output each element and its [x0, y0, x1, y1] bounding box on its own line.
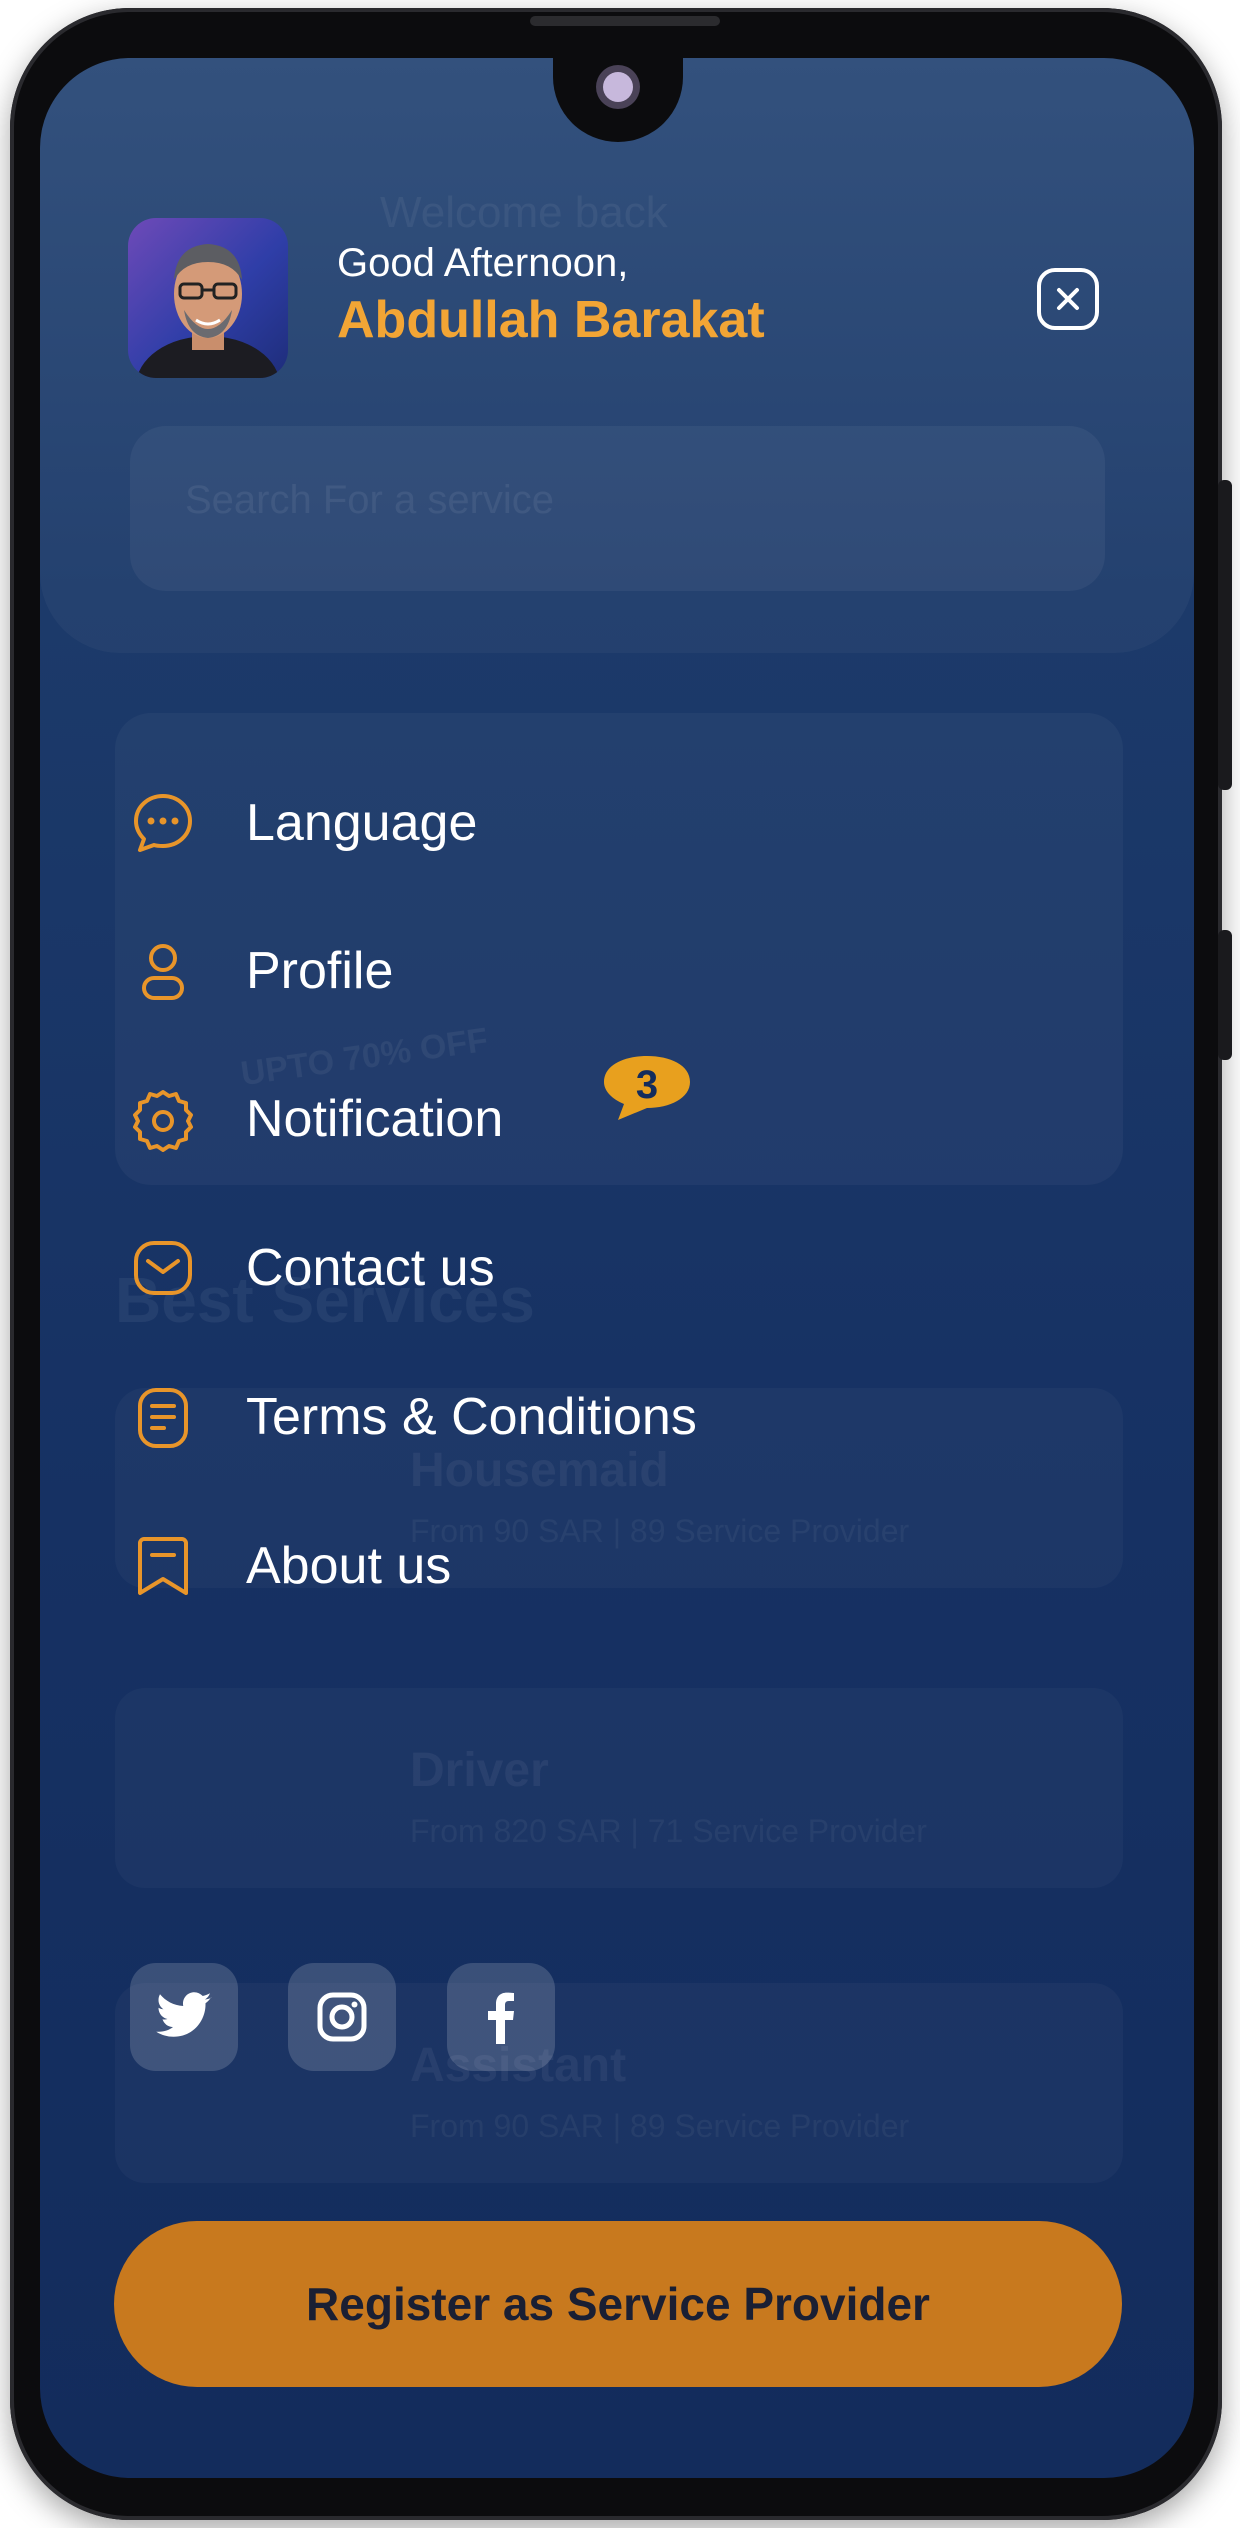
menu-item-about-us[interactable]: About us — [128, 1521, 828, 1611]
twitter-icon — [156, 1992, 212, 2037]
menu-item-label: Language — [246, 794, 478, 852]
background-welcome-text: Welcome back — [380, 188, 668, 237]
background-service-details: From 820 SAR | 71 Service Provider — [410, 1813, 927, 1849]
mail-icon — [128, 1233, 198, 1303]
camera-icon — [603, 72, 633, 102]
speaker-grille — [530, 16, 720, 26]
background-service-card — [115, 1688, 1123, 1888]
greeting-text: Good Afternoon, — [337, 241, 629, 285]
close-icon — [1057, 288, 1079, 310]
gear-icon — [128, 1084, 198, 1154]
menu-item-label: About us — [246, 1537, 452, 1595]
instagram-button[interactable] — [288, 1963, 396, 2071]
notification-badge-count: 3 — [635, 1062, 659, 1107]
notification-badge: 3 — [600, 1052, 694, 1124]
menu-item-language[interactable]: Language — [128, 778, 828, 868]
close-button[interactable] — [1037, 268, 1099, 330]
menu-item-terms-conditions[interactable]: Terms & Conditions — [128, 1372, 828, 1462]
document-icon — [128, 1382, 198, 1452]
twitter-button[interactable] — [130, 1963, 238, 2071]
facebook-button[interactable] — [447, 1963, 555, 2071]
background-service-details: From 90 SAR | 89 Service Provider — [410, 2108, 910, 2144]
user-icon — [128, 936, 198, 1006]
menu-item-notification[interactable]: Notification 3 — [128, 1056, 828, 1164]
facebook-icon — [488, 1992, 514, 2044]
app-screen: Welcome back Search For a service UPTO 7… — [40, 58, 1194, 2478]
user-name: Abdullah Barakat — [337, 291, 765, 349]
menu-item-profile[interactable]: Profile — [128, 926, 828, 1016]
menu-item-contact-us[interactable]: Contact us — [128, 1223, 828, 1313]
menu-item-label: Contact us — [246, 1239, 495, 1297]
menu-item-label: Terms & Conditions — [246, 1388, 697, 1446]
volume-button — [1218, 480, 1232, 790]
register-service-provider-button[interactable]: Register as Service Provider — [114, 2221, 1122, 2387]
instagram-icon — [317, 1992, 367, 2042]
power-button — [1218, 930, 1232, 1060]
background-search-placeholder: Search For a service — [185, 478, 555, 522]
menu-item-label: Notification — [246, 1090, 504, 1148]
chat-bubble-icon — [128, 788, 198, 858]
avatar[interactable] — [128, 218, 288, 378]
bookmark-icon — [128, 1531, 198, 1601]
menu-item-label: Profile — [246, 942, 394, 1000]
background-service-name: Driver — [410, 1744, 549, 1797]
user-photo — [136, 244, 280, 378]
